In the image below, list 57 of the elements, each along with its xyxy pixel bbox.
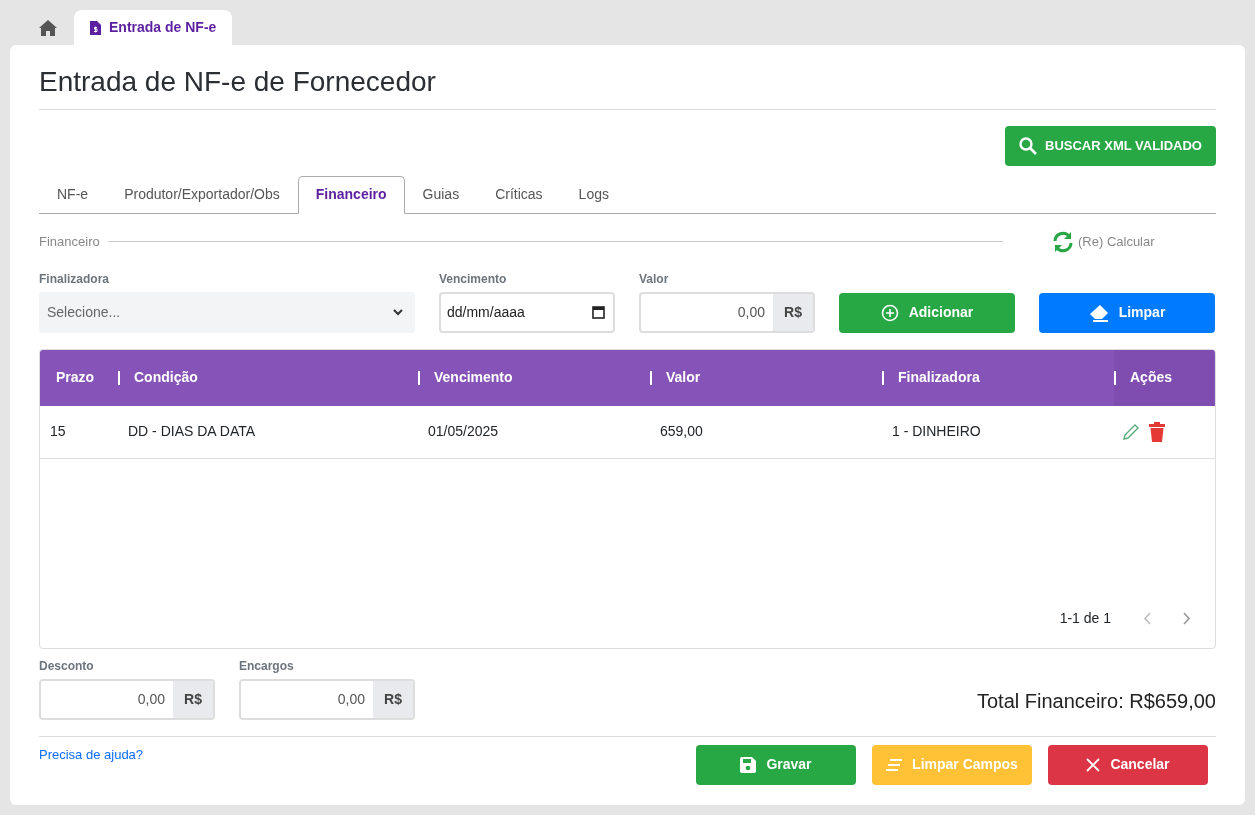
currency-addon: R$ (373, 680, 413, 718)
field-label: Valor (639, 270, 670, 288)
column-header: Vencimento (418, 349, 650, 406)
tab[interactable]: Produtor/Exportador/Obs (106, 175, 298, 214)
section-legend: Financeiro (39, 231, 100, 252)
previous-page-button[interactable] (1143, 612, 1151, 626)
clear-button[interactable]: Limpar (1039, 292, 1215, 333)
field-label: Finalizadora (39, 270, 110, 288)
field-label: Vencimento (439, 270, 508, 288)
document-icon (90, 20, 101, 35)
table-cell-text: 01/05/2025 (427, 422, 500, 442)
valor-field[interactable]: 0,00 R$ (639, 291, 815, 333)
field-label: Desconto (39, 657, 95, 675)
tab[interactable]: Críticas (477, 175, 561, 214)
refresh-icon (1052, 230, 1074, 253)
tab[interactable]: Guias (404, 175, 478, 214)
column-header: Finalizadora (882, 349, 1114, 406)
pencil-icon (1122, 422, 1140, 441)
currency-addon: R$ (773, 293, 813, 331)
desconto-field[interactable]: 0,00 R$ (39, 678, 215, 720)
delete-button[interactable] (1148, 421, 1166, 442)
column-header: Valor (650, 349, 882, 406)
eraser-icon (1088, 303, 1109, 322)
next-page-button[interactable] (1183, 612, 1191, 626)
pagination-info: 1-1 de 1 (1059, 609, 1111, 629)
chevron-down-icon (393, 308, 403, 316)
total-financeiro: Total Financeiro: R$659,00 (976, 688, 1216, 714)
search-icon (1019, 136, 1037, 155)
encargos-field[interactable]: 0,00 R$ (239, 678, 415, 720)
table-cell-text: 15 (49, 422, 67, 442)
app-tab[interactable]: Entrada de NF-e (74, 10, 233, 45)
close-icon (1086, 757, 1101, 772)
edit-button[interactable] (1122, 422, 1140, 441)
tab[interactable]: NF-e (39, 175, 107, 214)
date-field[interactable]: dd/mm/aaaa (439, 291, 615, 333)
calendar-icon (592, 305, 605, 320)
table-cell-text: 1 - DINHEIRO (891, 422, 982, 442)
recalc-button[interactable]: (Re) Calcular (1051, 229, 1216, 254)
table-cell-text: 659,00 (659, 422, 704, 442)
chevron-right-icon (1183, 612, 1191, 626)
column-header: Ações (1114, 349, 1214, 406)
column-header: Prazo (55, 368, 96, 388)
trash-icon (1148, 421, 1166, 442)
plus-circle-icon (880, 303, 899, 322)
field-label: Encargos (239, 657, 295, 675)
currency-addon: R$ (173, 680, 213, 718)
tab[interactable]: Logs (560, 175, 627, 214)
finalizadora-select[interactable]: Selecione... (39, 291, 415, 333)
table-cell-text: DD - DIAS DA DATA (127, 422, 257, 442)
tab[interactable]: Financeiro (297, 175, 405, 214)
page-title: Entrada de NF-e de Fornecedor (39, 65, 437, 99)
chevron-left-icon (1143, 612, 1151, 626)
home-icon (38, 18, 58, 37)
lines-icon (886, 758, 903, 771)
help-link[interactable]: Precisa de ajuda? (39, 744, 144, 765)
column-header: Condição (118, 349, 418, 406)
cancel-button[interactable]: Cancelar (1048, 744, 1208, 785)
